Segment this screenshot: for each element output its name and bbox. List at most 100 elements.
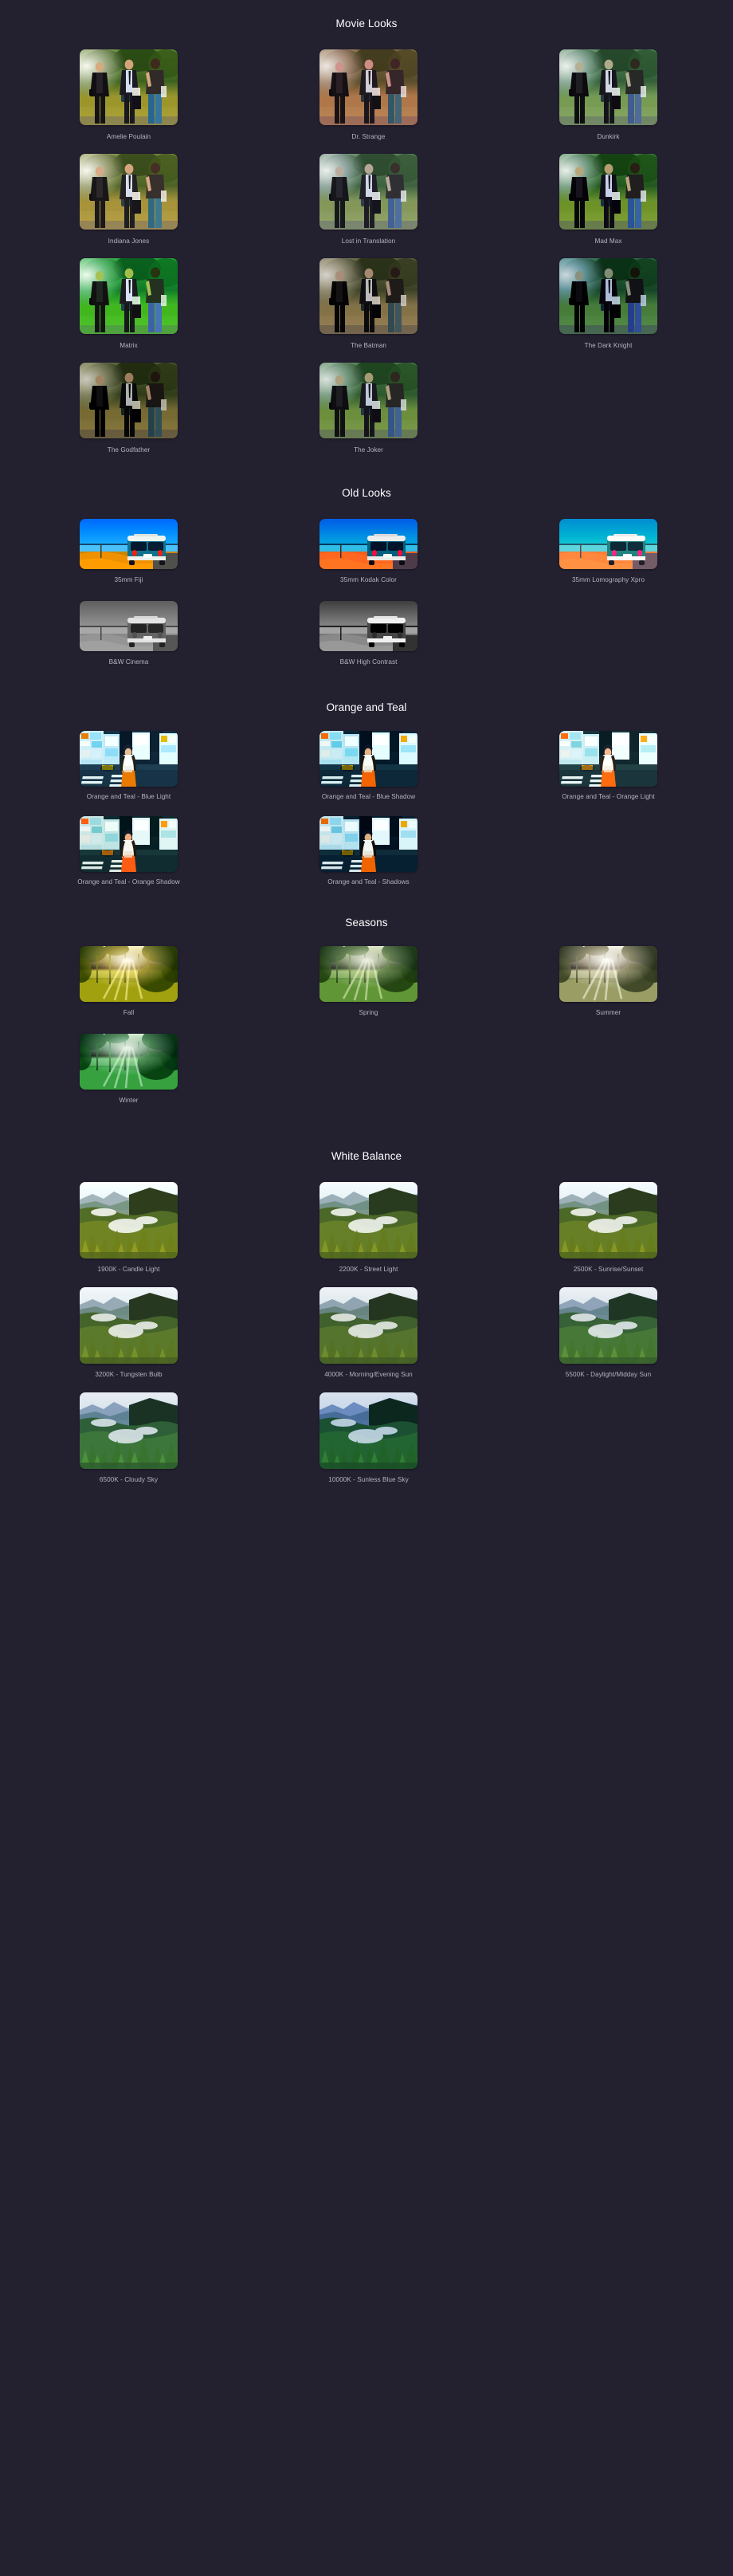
preset-thumbnail[interactable] [319,1392,417,1469]
preset-card[interactable]: The Batman [249,258,488,363]
preset-thumbnail[interactable] [80,1034,178,1090]
preset-card[interactable]: The Dark Knight [488,258,728,363]
section-seasons: Seasons Fall Spring Summer Winter [0,901,733,1121]
preset-card[interactable]: 2200K - Street Light [249,1182,488,1287]
preset-preview-image [80,946,178,1002]
preset-thumbnail[interactable] [80,731,178,787]
preset-thumbnail[interactable] [559,1287,657,1364]
preset-card[interactable]: Winter [9,1034,249,1121]
preset-card[interactable]: 6500K - Cloudy Sky [9,1392,249,1498]
preset-card[interactable]: 4000K - Morning/Evening Sun [249,1287,488,1392]
preset-card[interactable]: Summer [488,946,728,1034]
preset-preview-image [80,1182,178,1259]
preset-thumbnail[interactable] [559,258,657,334]
preset-thumbnail[interactable] [319,363,417,438]
preset-thumbnail[interactable] [559,731,657,787]
preset-card[interactable]: The Joker [249,363,488,467]
preset-thumbnail[interactable] [80,154,178,230]
preset-label: Orange and Teal - Shadows [327,878,410,886]
preset-thumbnail[interactable] [319,946,417,1002]
preset-thumbnail[interactable] [559,1182,657,1259]
preset-preview-image [319,601,417,651]
preset-thumbnail[interactable] [319,731,417,787]
preset-label: The Batman [350,342,387,349]
preset-thumbnail[interactable] [319,49,417,125]
preset-preview-image [80,258,178,334]
preset-card[interactable]: 35mm Kodak Color [249,519,488,601]
preset-thumbnail[interactable] [559,946,657,1002]
preset-preview-image [559,519,657,569]
preset-card[interactable]: Spring [249,946,488,1034]
preset-card[interactable]: B&W Cinema [9,601,249,683]
preset-preview-image [319,154,417,230]
preset-label: 35mm Fiji [114,576,143,583]
preset-thumbnail[interactable] [80,519,178,569]
section-title-movie-looks: Movie Looks [335,18,398,29]
section-title-seasons: Seasons [345,917,388,929]
preset-thumbnail[interactable] [80,49,178,125]
preset-thumbnail[interactable] [319,258,417,334]
preset-thumbnail[interactable] [80,1392,178,1469]
preset-thumbnail[interactable] [80,363,178,438]
preset-card[interactable]: 35mm Lomography Xpro [488,519,728,601]
preset-thumbnail[interactable] [319,816,417,872]
preset-card[interactable]: 2500K - Sunrise/Sunset [488,1182,728,1287]
preset-thumbnail[interactable] [80,946,178,1002]
preset-card[interactable]: 35mm Fiji [9,519,249,601]
preset-thumbnail[interactable] [319,519,417,569]
preset-card[interactable]: 10000K - Sunless Blue Sky [249,1392,488,1498]
preset-preview-image [559,154,657,230]
preset-thumbnail[interactable] [80,816,178,872]
preset-thumbnail[interactable] [319,154,417,230]
preset-card[interactable]: B&W High Contrast [249,601,488,683]
preset-card[interactable]: Orange and Teal - Orange Light [488,731,728,816]
preset-preview-image [80,49,178,125]
preset-thumbnail[interactable] [319,1182,417,1259]
preset-preview-image [80,1034,178,1090]
preset-card[interactable]: Matrix [9,258,249,363]
preset-card[interactable]: Orange and Teal - Blue Light [9,731,249,816]
preset-preview-image [319,1182,417,1259]
preset-card[interactable]: Orange and Teal - Shadows [249,816,488,901]
preset-preview-image [80,154,178,230]
preset-label: 10000K - Sunless Blue Sky [328,1476,409,1483]
preset-card[interactable]: Orange and Teal - Blue Shadow [249,731,488,816]
section-title-orange-and-teal: Orange and Teal [326,701,407,713]
preset-card[interactable]: Dr. Strange [249,49,488,154]
preset-label: 1900K - Candle Light [97,1266,160,1273]
preset-label: Fall [123,1009,135,1016]
preset-label: Lost in Translation [341,238,396,245]
preset-thumbnail[interactable] [319,601,417,651]
preset-label: B&W Cinema [108,658,149,666]
preset-thumbnail[interactable] [559,154,657,230]
preset-card[interactable]: The Godfather [9,363,249,467]
preset-label: Summer [595,1009,621,1016]
preset-preview-image [80,601,178,651]
preset-thumbnail[interactable] [80,1287,178,1364]
preset-preview-image [559,946,657,1002]
preset-card[interactable]: Indiana Jones [9,154,249,258]
preset-label: Dunkirk [597,133,620,140]
preset-thumbnail[interactable] [80,258,178,334]
preset-label: Orange and Teal - Blue Light [86,793,171,800]
section-movie-looks: Movie Looks Amelie Poulain Dr. Strange D… [0,0,733,467]
preset-thumbnail[interactable] [559,519,657,569]
preset-thumbnail[interactable] [319,1287,417,1364]
preset-card[interactable]: 5500K - Daylight/Midday Sun [488,1287,728,1392]
preset-thumbnail[interactable] [80,601,178,651]
preset-card[interactable]: Fall [9,946,249,1034]
preset-label: Indiana Jones [108,238,150,245]
preset-card[interactable]: 3200K - Tungsten Bulb [9,1287,249,1392]
preset-preview-image [319,49,417,125]
preset-label: The Joker [354,446,383,454]
preset-grid-white-balance: 1900K - Candle Light 2200K - Street Ligh… [0,1162,733,1498]
preset-card[interactable]: Mad Max [488,154,728,258]
preset-card[interactable]: Lost in Translation [249,154,488,258]
preset-thumbnail[interactable] [80,1182,178,1259]
preset-card[interactable]: 1900K - Candle Light [9,1182,249,1287]
preset-card[interactable]: Orange and Teal - Orange Shadow [9,816,249,901]
preset-card[interactable]: Amelie Poulain [9,49,249,154]
preset-preview-image [319,258,417,334]
preset-card[interactable]: Dunkirk [488,49,728,154]
preset-thumbnail[interactable] [559,49,657,125]
